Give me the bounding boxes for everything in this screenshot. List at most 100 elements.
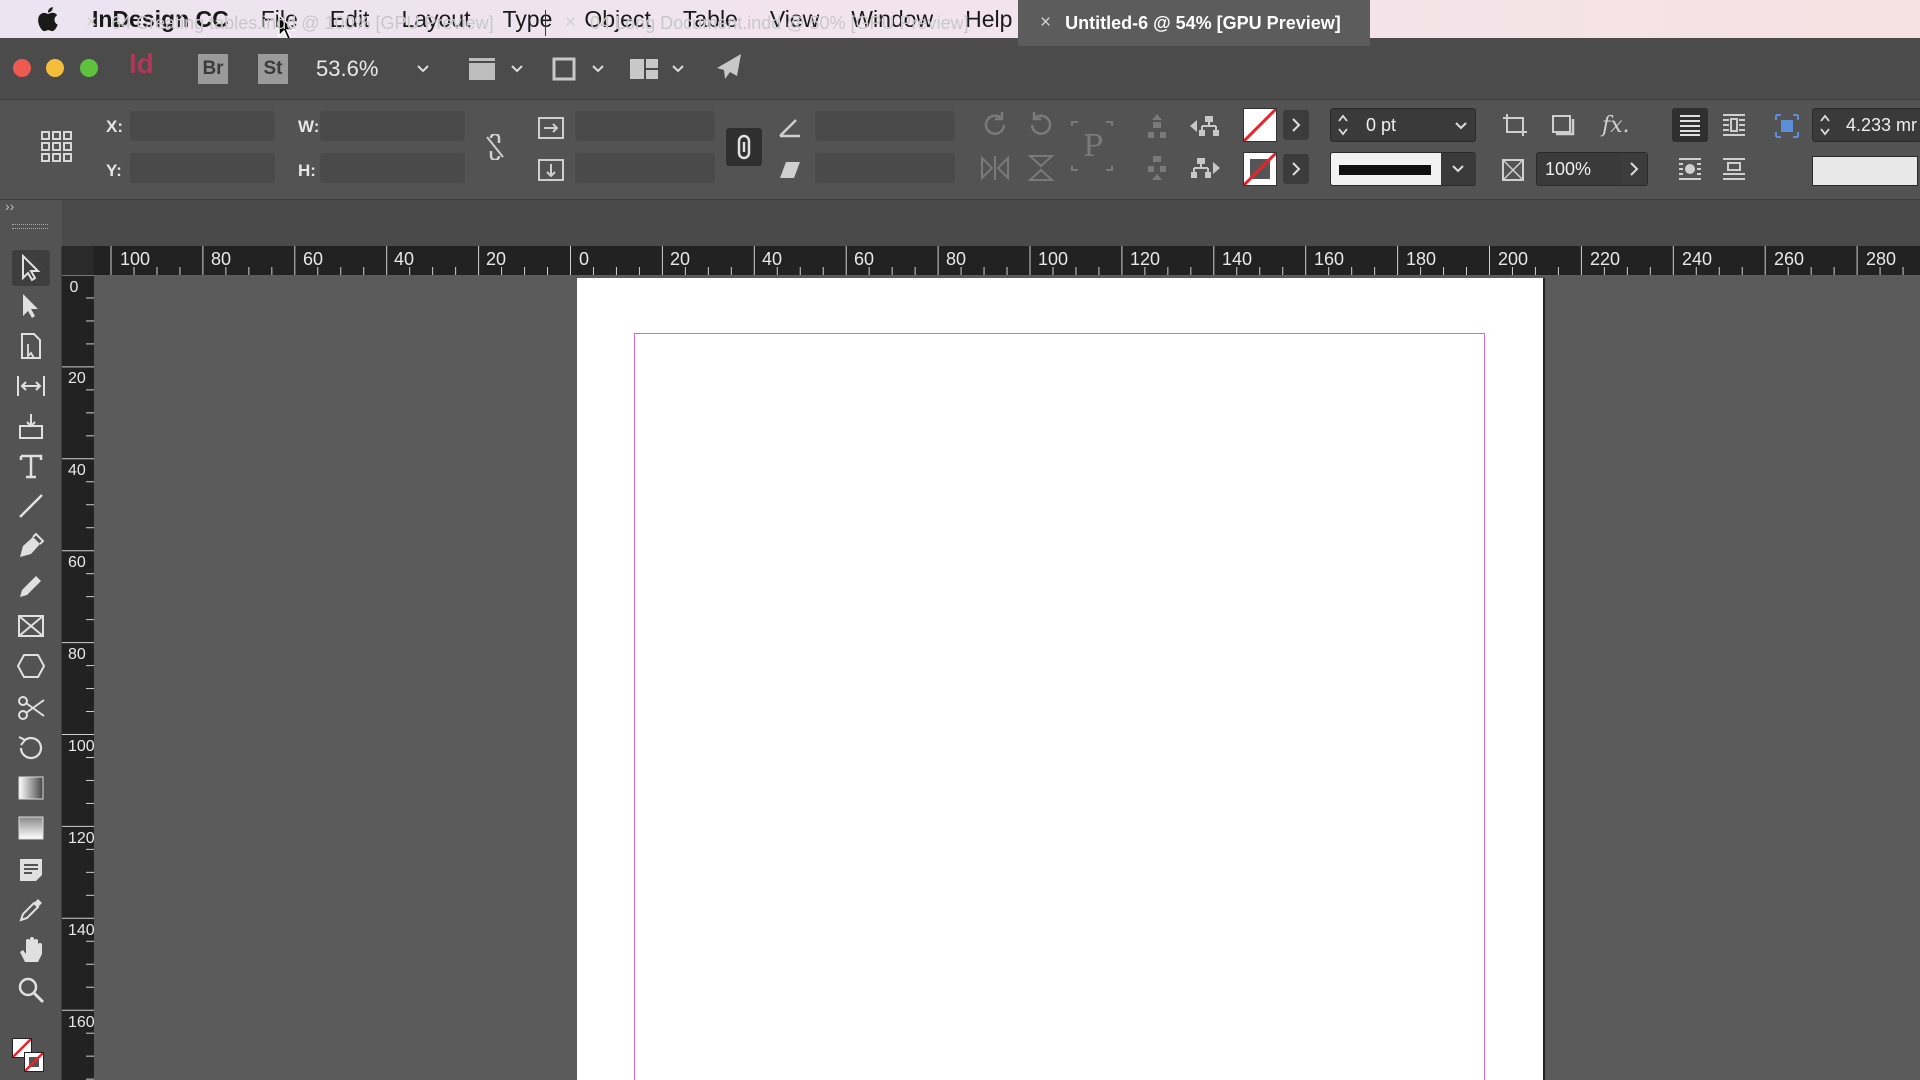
width-field[interactable]: [320, 111, 465, 141]
reference-point-icon[interactable]: [40, 130, 74, 164]
scale-y-icon[interactable]: [538, 158, 564, 182]
rotation-angle-icon[interactable]: [778, 116, 802, 138]
zoom-dropdown-chevron-icon[interactable]: [415, 61, 431, 77]
ruler-label: 180: [1406, 249, 1437, 269]
collapse-toolbox-icon[interactable]: ››: [5, 198, 14, 214]
rotation-field[interactable]: [815, 111, 955, 141]
polygon-tool[interactable]: [12, 648, 50, 684]
ruler-origin[interactable]: [62, 246, 94, 275]
stroke-swatch-menu-button[interactable]: [1283, 154, 1309, 184]
flip-vertical-icon[interactable]: [1026, 154, 1056, 182]
chevron-right-icon: [1292, 118, 1301, 132]
frame-fitting-icon[interactable]: [1775, 114, 1799, 138]
text-wrap-bbox-icon[interactable]: [1722, 113, 1746, 137]
effects-fx-icon[interactable]: fx.: [1600, 110, 1632, 138]
close-window-button[interactable]: [13, 59, 31, 77]
rectangle-frame-tool[interactable]: [12, 608, 50, 644]
margin-guide: [634, 333, 1485, 1080]
zoom-tool[interactable]: [12, 972, 50, 1008]
toolbox-grip[interactable]: [12, 224, 48, 229]
ruler-label: 40: [394, 249, 415, 269]
free-transform-tool[interactable]: [12, 730, 50, 766]
tab-document-1[interactable]: × 64 Creating tables.indd @ 100% [GPU Pr…: [86, 0, 494, 46]
object-style-field[interactable]: [1812, 156, 1918, 186]
apple-icon[interactable]: [34, 4, 64, 34]
x-position-field[interactable]: [130, 111, 275, 141]
shear-angle-icon[interactable]: [778, 160, 802, 180]
arrange-documents-icon[interactable]: [628, 55, 660, 83]
zoom-level-field[interactable]: 53.6%: [316, 56, 378, 82]
publish-online-icon[interactable]: [713, 52, 745, 82]
direct-selection-tool[interactable]: [12, 288, 50, 324]
minimize-window-button[interactable]: [46, 59, 64, 77]
height-field[interactable]: [320, 153, 465, 183]
gradient-feather-tool[interactable]: [12, 810, 50, 846]
rotate-cw-icon[interactable]: [980, 110, 1010, 140]
content-collector-tool[interactable]: [12, 408, 50, 444]
close-tab-icon[interactable]: ×: [565, 12, 576, 34]
gradient-swatch-tool[interactable]: [12, 770, 50, 806]
text-wrap-none-button[interactable]: [1672, 108, 1708, 142]
gap-tool[interactable]: [12, 368, 50, 404]
screen-mode-icon[interactable]: [550, 55, 578, 83]
text-wrap-object-icon[interactable]: [1678, 157, 1702, 181]
scale-x-field[interactable]: [575, 111, 715, 141]
fill-swatch[interactable]: [1243, 108, 1277, 142]
gutter-stepper-icon[interactable]: [1819, 112, 1831, 138]
line-tool[interactable]: [12, 488, 50, 524]
arrange-documents-chevron-icon[interactable]: [670, 61, 686, 77]
view-options-chevron-icon[interactable]: [509, 61, 525, 77]
select-previous-object-icon[interactable]: [1188, 112, 1222, 140]
y-position-field[interactable]: [130, 153, 275, 183]
fill-stroke-widget[interactable]: [10, 1038, 50, 1076]
tab-document-2[interactable]: × 04 Long Document.indd @ 50% [GPU Previ…: [565, 0, 969, 46]
close-tab-icon[interactable]: ×: [86, 12, 97, 34]
page-tool[interactable]: [12, 328, 50, 364]
view-options-icon[interactable]: [466, 55, 500, 83]
stroke-weight-field[interactable]: 0 pt: [1330, 108, 1476, 142]
stroke-type-field[interactable]: [1330, 152, 1476, 186]
stroke-indicator[interactable]: [24, 1052, 44, 1072]
hand-tool[interactable]: [12, 932, 50, 968]
scissors-tool[interactable]: [12, 690, 50, 726]
scale-y-field[interactable]: [575, 153, 715, 183]
pen-tool[interactable]: [12, 528, 50, 564]
ruler-label: 100: [120, 249, 151, 269]
rotate-ccw-icon[interactable]: [1026, 110, 1056, 140]
note-tool[interactable]: [12, 852, 50, 888]
auto-fit-icon[interactable]: [1502, 113, 1528, 137]
pencil-tool[interactable]: [12, 568, 50, 604]
zoom-window-button[interactable]: [80, 59, 98, 77]
select-container-icon[interactable]: [1144, 112, 1170, 140]
select-content-icon[interactable]: [1144, 154, 1170, 182]
eyedropper-tool[interactable]: [12, 892, 50, 928]
constrain-proportions-icon[interactable]: [484, 134, 506, 160]
vertical-ruler[interactable]: 0 20 40 60 80 100 120 140 160: [62, 275, 94, 1080]
opacity-menu-button[interactable]: [1621, 153, 1647, 185]
text-wrap-jump-icon[interactable]: [1722, 157, 1746, 181]
shear-field[interactable]: [815, 153, 955, 183]
close-tab-icon[interactable]: ×: [1040, 12, 1051, 34]
stroke-type-dropdown[interactable]: [1441, 153, 1476, 185]
opacity-field[interactable]: 100%: [1536, 152, 1648, 186]
tab-document-3[interactable]: × Untitled-6 @ 54% [GPU Preview]: [1018, 0, 1370, 46]
menu-help[interactable]: Help: [965, 6, 1012, 33]
fill-swatch-menu-button[interactable]: [1283, 110, 1309, 140]
constrain-scale-button[interactable]: [726, 128, 762, 166]
ruler-label: 0: [579, 249, 590, 269]
bridge-button[interactable]: Br: [198, 54, 228, 84]
selection-tool[interactable]: [12, 250, 50, 286]
drop-shadow-icon[interactable]: [1550, 113, 1576, 137]
flip-horizontal-icon[interactable]: [980, 154, 1010, 182]
select-next-object-icon[interactable]: [1188, 154, 1222, 182]
screen-mode-chevron-icon[interactable]: [590, 61, 606, 77]
type-tool[interactable]: [12, 448, 50, 484]
ruler-label: 20: [486, 249, 507, 269]
horizontal-ruler[interactable]: 100 80 60 40 20 0 20 40 60 80 100 120 14…: [94, 246, 1920, 275]
stepper-icon[interactable]: [1337, 112, 1349, 138]
scale-x-icon[interactable]: [538, 116, 564, 140]
stroke-weight-chevron-icon[interactable]: [1453, 118, 1469, 134]
stock-button[interactable]: St: [258, 54, 288, 84]
stroke-swatch[interactable]: [1243, 152, 1277, 186]
column-gutter-field[interactable]: 4.233 mr: [1812, 108, 1920, 142]
